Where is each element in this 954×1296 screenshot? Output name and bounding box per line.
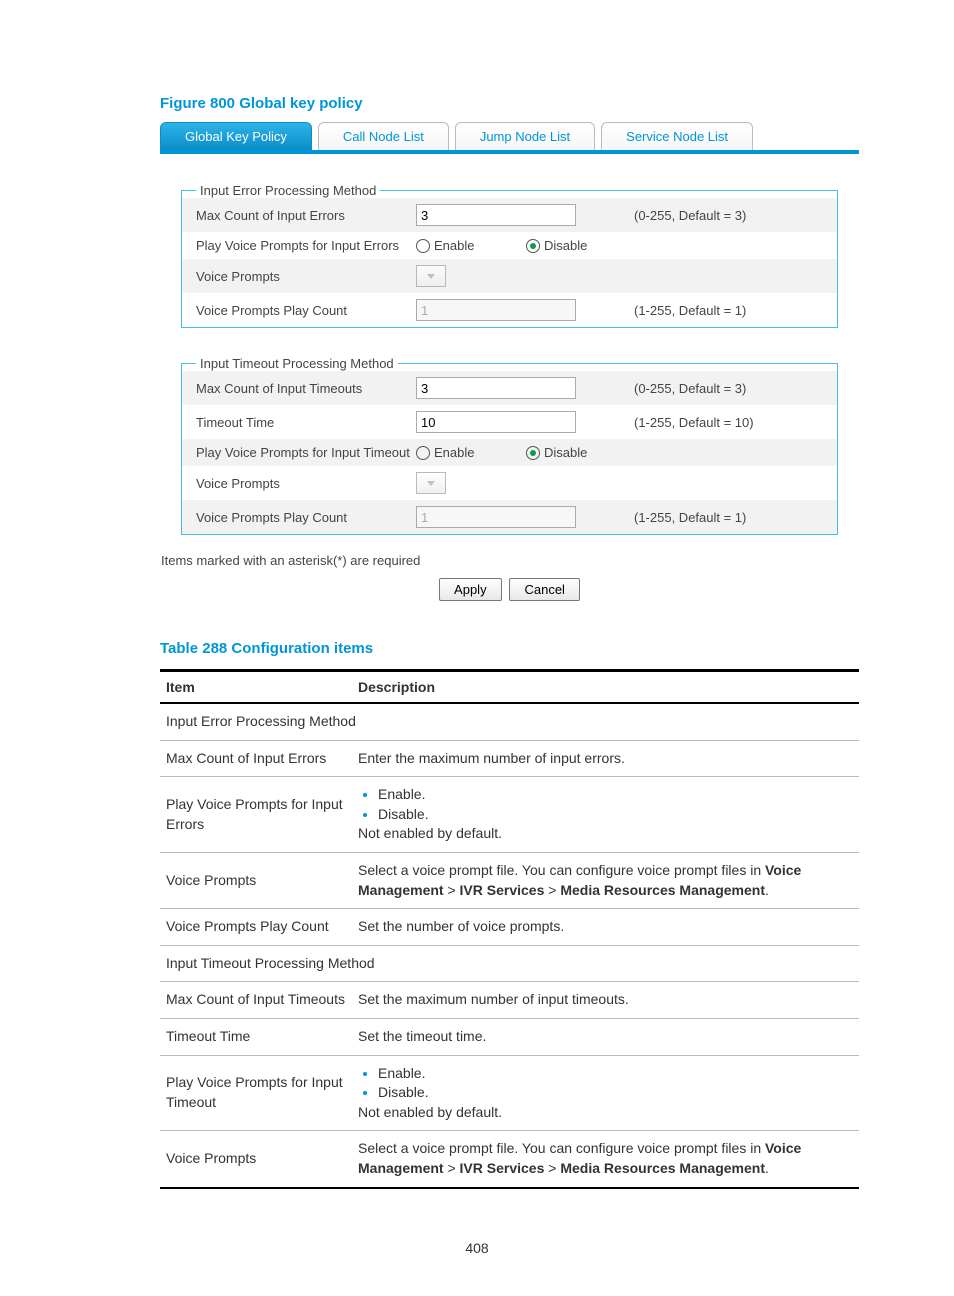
radio-icon	[526, 239, 540, 253]
td-item: Play Voice Prompts for Input Timeout	[160, 1055, 352, 1131]
td-desc: Enable. Disable. Not enabled by default.	[352, 1055, 859, 1131]
chevron-down-icon	[427, 274, 435, 279]
hint-play-count-timeout: (1-255, Default = 1)	[634, 510, 746, 525]
input-play-count-errors	[416, 299, 576, 321]
required-note: Items marked with an asterisk(*) are req…	[161, 553, 858, 568]
figure-title: Figure 800 Global key policy	[160, 95, 859, 112]
tab-call-node-list[interactable]: Call Node List	[318, 122, 449, 150]
desc-tail: Not enabled by default.	[358, 1103, 853, 1123]
radio-disable-timeout[interactable]: Disable	[526, 445, 622, 460]
button-row: Apply Cancel	[161, 578, 858, 609]
td-desc: Set the timeout time.	[352, 1018, 859, 1055]
radio-icon	[526, 446, 540, 460]
label-voice-prompts-errors: Voice Prompts	[196, 269, 416, 284]
radio-disable-errors[interactable]: Disable	[526, 238, 622, 253]
label-play-prompts-errors: Play Voice Prompts for Input Errors	[196, 238, 416, 253]
td-desc: Enable. Disable. Not enabled by default.	[352, 777, 859, 853]
td-item: Voice Prompts Play Count	[160, 909, 352, 946]
radio-label-enable: Enable	[434, 445, 474, 460]
td-desc: Set the number of voice prompts.	[352, 909, 859, 946]
table-row: Timeout Time Set the timeout time.	[160, 1018, 859, 1055]
cancel-button[interactable]: Cancel	[509, 578, 579, 601]
th-item: Item	[160, 671, 352, 704]
td-item: Voice Prompts	[160, 852, 352, 908]
page-number: 408	[0, 1240, 954, 1256]
tab-global-key-policy[interactable]: Global Key Policy	[160, 122, 312, 150]
label-timeout-time: Timeout Time	[196, 415, 416, 430]
legend-input-error: Input Error Processing Method	[196, 183, 380, 198]
bullet-enable: Enable.	[378, 1064, 853, 1084]
th-description: Description	[352, 671, 859, 704]
td-item: Play Voice Prompts for Input Errors	[160, 777, 352, 853]
td-desc: Enter the maximum number of input errors…	[352, 740, 859, 777]
hint-play-count-errors: (1-255, Default = 1)	[634, 303, 746, 318]
tab-bar: Global Key Policy Call Node List Jump No…	[160, 122, 859, 154]
input-play-count-timeout	[416, 506, 576, 528]
radio-label-enable: Enable	[434, 238, 474, 253]
chevron-down-icon	[427, 481, 435, 486]
input-timeout-time[interactable]	[416, 411, 576, 433]
radio-label-disable: Disable	[544, 238, 587, 253]
table-title: Table 288 Configuration items	[160, 640, 859, 657]
td-item: Timeout Time	[160, 1018, 352, 1055]
td-item: Max Count of Input Errors	[160, 740, 352, 777]
table-section-header: Input Error Processing Method	[160, 703, 859, 740]
dropdown-voice-prompts-timeout[interactable]	[416, 472, 446, 494]
td-desc: Set the maximum number of input timeouts…	[352, 982, 859, 1019]
hint-max-timeouts: (0-255, Default = 3)	[634, 381, 746, 396]
desc-tail: Not enabled by default.	[358, 824, 853, 844]
input-max-errors[interactable]	[416, 204, 576, 226]
table-row: Max Count of Input Timeouts Set the maxi…	[160, 982, 859, 1019]
table-row: Voice Prompts Select a voice prompt file…	[160, 1131, 859, 1188]
radio-enable-errors[interactable]: Enable	[416, 238, 512, 253]
label-voice-prompts-timeout: Voice Prompts	[196, 476, 416, 491]
table-row: Voice Prompts Select a voice prompt file…	[160, 852, 859, 908]
label-max-errors: Max Count of Input Errors	[196, 208, 416, 223]
table-row: Max Count of Input Errors Enter the maxi…	[160, 740, 859, 777]
tab-service-node-list[interactable]: Service Node List	[601, 122, 753, 150]
hint-max-errors: (0-255, Default = 3)	[634, 208, 746, 223]
dropdown-voice-prompts-errors[interactable]	[416, 265, 446, 287]
radio-icon	[416, 239, 430, 253]
apply-button[interactable]: Apply	[439, 578, 502, 601]
input-max-timeouts[interactable]	[416, 377, 576, 399]
bullet-enable: Enable.	[378, 785, 853, 805]
hint-timeout-time: (1-255, Default = 10)	[634, 415, 754, 430]
legend-input-timeout: Input Timeout Processing Method	[196, 356, 398, 371]
td-desc: Select a voice prompt file. You can conf…	[352, 852, 859, 908]
label-max-timeouts: Max Count of Input Timeouts	[196, 381, 416, 396]
radio-icon	[416, 446, 430, 460]
fieldset-input-timeout: Input Timeout Processing Method Max Coun…	[181, 356, 838, 535]
bullet-disable: Disable.	[378, 1083, 853, 1103]
table-row: Play Voice Prompts for Input Timeout Ena…	[160, 1055, 859, 1131]
tab-jump-node-list[interactable]: Jump Node List	[455, 122, 595, 150]
label-play-count-timeout: Voice Prompts Play Count	[196, 510, 416, 525]
radio-label-disable: Disable	[544, 445, 587, 460]
td-item: Max Count of Input Timeouts	[160, 982, 352, 1019]
table-row: Play Voice Prompts for Input Errors Enab…	[160, 777, 859, 853]
table-row: Voice Prompts Play Count Set the number …	[160, 909, 859, 946]
td-desc: Select a voice prompt file. You can conf…	[352, 1131, 859, 1188]
td-item: Voice Prompts	[160, 1131, 352, 1188]
bullet-disable: Disable.	[378, 805, 853, 825]
table-section-header: Input Timeout Processing Method	[160, 945, 859, 982]
config-table: Item Description Input Error Processing …	[160, 669, 859, 1189]
label-play-prompts-timeout: Play Voice Prompts for Input Timeout	[196, 445, 416, 460]
fieldset-input-error: Input Error Processing Method Max Count …	[181, 183, 838, 328]
label-play-count-errors: Voice Prompts Play Count	[196, 303, 416, 318]
radio-enable-timeout[interactable]: Enable	[416, 445, 512, 460]
